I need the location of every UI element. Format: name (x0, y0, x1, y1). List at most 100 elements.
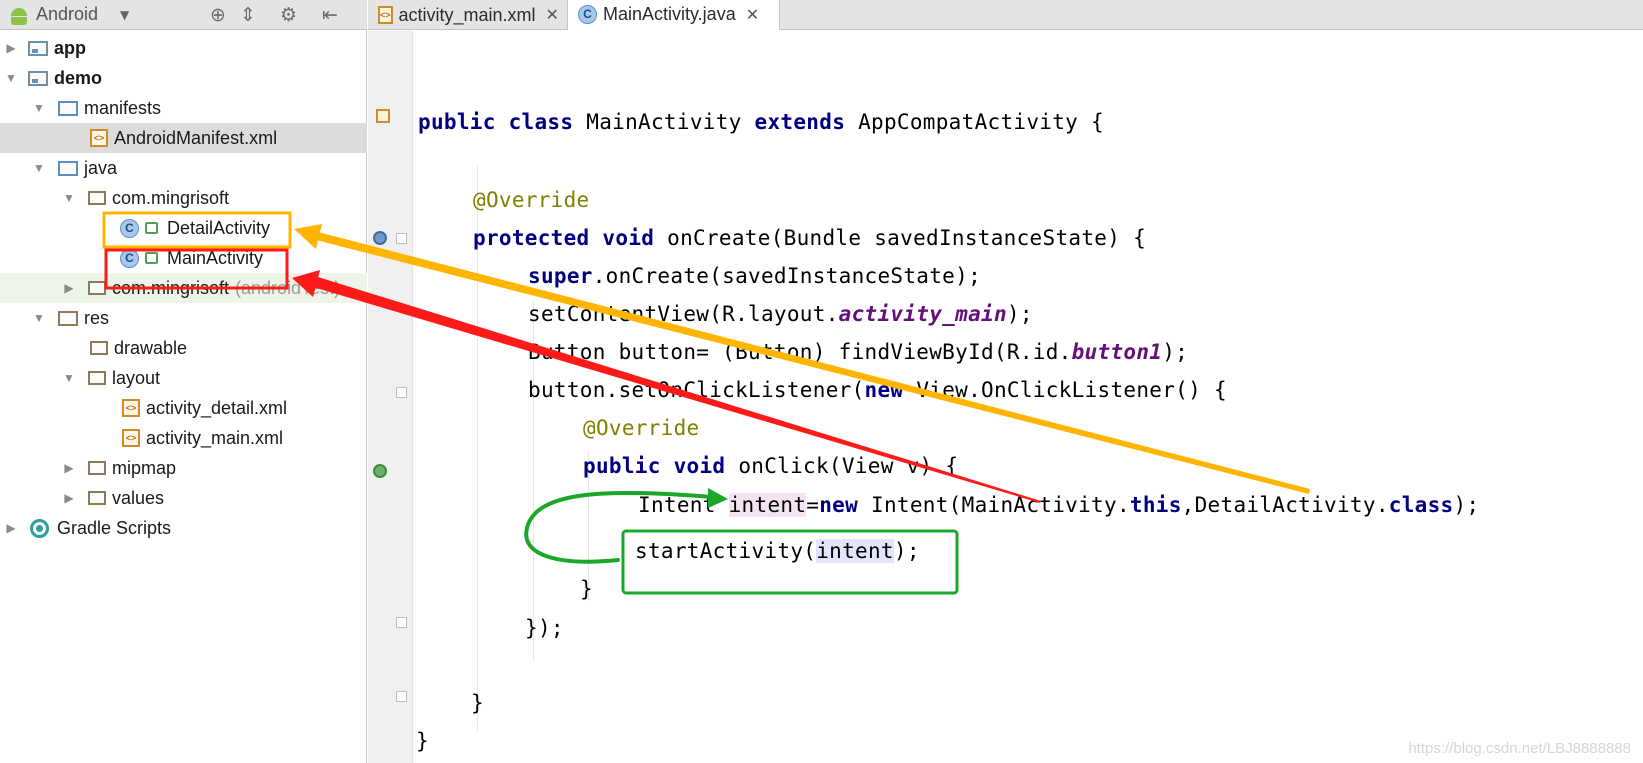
locate-target-icon[interactable]: ⊕ (210, 3, 226, 27)
tree-item-detail-activity[interactable]: C DetailActivity (0, 213, 367, 243)
keyword: public void (583, 454, 726, 478)
tree-item-activity-detail-xml[interactable]: <> activity_detail.xml (0, 393, 367, 423)
xml-file-icon: <> (122, 399, 140, 417)
tree-item-package-android-test[interactable]: ▶ com.mingrisoft (androidTest) (0, 273, 367, 303)
tree-item-label: DetailActivity (167, 217, 271, 238)
code-line-override: @Override (473, 183, 590, 217)
module-folder-icon (28, 70, 48, 86)
tree-item-manifests[interactable]: ▼ manifests (0, 93, 367, 123)
code-line-super-oncreate: super.onCreate(savedInstanceState); (528, 259, 981, 293)
folder-icon (90, 341, 108, 355)
tree-item-android-manifest[interactable]: <> AndroidManifest.xml (0, 123, 367, 153)
tree-item-java[interactable]: ▼ java (0, 153, 367, 183)
chevron-down-icon: ▼ (120, 7, 130, 22)
tree-item-label: res (84, 307, 110, 328)
folder-icon (88, 371, 106, 385)
expand-arrow-icon[interactable]: ▶ (4, 521, 18, 535)
collapse-arrow-icon[interactable]: ▼ (62, 371, 76, 385)
code-line-start-activity: startActivity(intent); (635, 534, 920, 568)
project-toolbar: Android ▼ ⊕ ⇕ ⚙ ⇤ (0, 0, 367, 30)
gradle-icon (30, 518, 49, 538)
expand-arrow-icon[interactable]: ▶ (62, 491, 76, 505)
tree-item-app[interactable]: ▶ app (0, 33, 367, 63)
collapse-arrow-icon[interactable]: ▼ (4, 71, 18, 85)
code-text: onCreate(Bundle savedInstanceState) { (654, 226, 1147, 250)
package-icon (88, 191, 106, 205)
code-text: Intent (638, 493, 729, 517)
code-text: = (806, 493, 820, 517)
tree-item-gradle-scripts[interactable]: ▶ Gradle Scripts (0, 513, 367, 543)
class-icon: C (120, 218, 139, 238)
collapse-arrow-icon[interactable]: ▼ (32, 311, 46, 325)
hide-panel-icon[interactable]: ⇤ (322, 3, 338, 27)
code-text: .onCreate(savedInstanceState); (592, 264, 982, 288)
tree-item-label: Gradle Scripts (57, 517, 172, 538)
close-icon[interactable]: ✕ (746, 5, 759, 25)
tree-item-main-activity[interactable]: C MainActivity (0, 243, 367, 273)
expand-arrow-icon[interactable]: ▶ (62, 281, 76, 295)
keyword: public class (418, 110, 574, 134)
variable-intent: intent (816, 539, 894, 563)
xml-file-icon: <> (90, 129, 108, 147)
package-icon (88, 281, 106, 295)
expand-arrow-icon[interactable]: ▶ (62, 461, 76, 475)
module-folder-icon (28, 40, 48, 56)
code-line-close-class: } (416, 729, 429, 753)
code-line-close-onclick: } (580, 577, 593, 601)
collapse-arrow-icon[interactable]: ▼ (32, 161, 46, 175)
resource-folder-icon (58, 310, 78, 326)
fold-marker-icon[interactable] (396, 233, 407, 244)
fold-marker-icon[interactable] (396, 387, 407, 398)
override-marker-icon[interactable] (373, 231, 387, 245)
tree-item-mipmap[interactable]: ▶ mipmap (0, 453, 367, 483)
collapse-arrow-icon[interactable]: ▼ (62, 191, 76, 205)
code-text: AppCompatActivity { (845, 110, 1105, 134)
tree-item-label: com.mingrisoft (112, 277, 230, 298)
tree-item-label: com.mingrisoft (112, 187, 230, 208)
code-text: onClick(View v) { (725, 454, 959, 478)
folder-icon (88, 491, 106, 505)
code-line-close-oncreate: } (471, 691, 484, 715)
annotation: @Override (473, 188, 590, 212)
tab-activity-main-xml[interactable]: <> activity_main.xml ✕ (368, 0, 568, 30)
keyword: extends (754, 110, 846, 134)
project-view-label: Android (36, 4, 99, 24)
project-view-selector[interactable]: Android ▼ (8, 2, 158, 27)
code-line-class-decl: public class MainActivity extends AppCom… (418, 105, 1104, 139)
expand-arrow-icon[interactable]: ▶ (4, 41, 18, 55)
related-xml-icon[interactable] (376, 109, 390, 123)
class-icon: C (578, 5, 597, 24)
access-icon (145, 252, 158, 264)
watermark: https://blog.csdn.net/LBJ8888888 (1408, 740, 1631, 757)
code-text: Intent(MainActivity. (858, 493, 1130, 517)
collapse-arrow-icon[interactable]: ▼ (32, 101, 46, 115)
code-text: ); (1006, 302, 1033, 326)
tree-item-layout[interactable]: ▼ layout (0, 363, 367, 393)
code-line-new-intent: Intent intent=new Intent(MainActivity.th… (638, 488, 1479, 522)
tab-main-activity-java[interactable]: C MainActivity.java ✕ (568, 0, 780, 30)
tree-item-package-main[interactable]: ▼ com.mingrisoft (0, 183, 367, 213)
field-reference: activity_main (838, 302, 1007, 326)
tree-item-demo[interactable]: ▼ demo (0, 63, 367, 93)
tree-item-label: java (84, 157, 118, 178)
code-line-override-inner: @Override (583, 411, 700, 445)
collapse-all-icon[interactable]: ⇕ (240, 3, 256, 27)
tree-item-drawable[interactable]: drawable (0, 333, 367, 363)
tree-item-res[interactable]: ▼ res (0, 303, 367, 333)
fold-marker-icon[interactable] (396, 691, 407, 702)
field-reference: button1 (1071, 340, 1163, 364)
gear-icon[interactable]: ⚙ (280, 3, 297, 27)
folder-icon (88, 461, 106, 475)
code-line-set-listener: button.setOnClickListener(new View.OnCli… (528, 373, 1227, 407)
keyword: protected void (473, 226, 655, 250)
tree-item-values[interactable]: ▶ values (0, 483, 367, 513)
code-text: View.OnClickListener() { (903, 378, 1227, 402)
keyword: new (819, 493, 859, 517)
implements-marker-icon[interactable] (373, 464, 387, 478)
fold-marker-icon[interactable] (396, 617, 407, 628)
code-text: ); (1453, 493, 1480, 517)
code-line-onclick: public void onClick(View v) { (583, 449, 958, 483)
code-text: ); (893, 539, 920, 563)
close-icon[interactable]: ✕ (546, 5, 559, 25)
tree-item-activity-main-xml[interactable]: <> activity_main.xml (0, 423, 367, 453)
